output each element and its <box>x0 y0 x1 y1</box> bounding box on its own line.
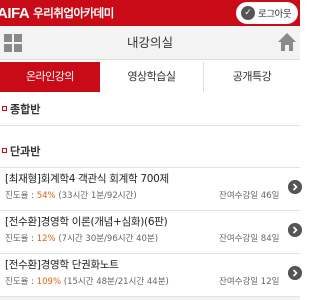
logout-label: 로그아웃 <box>258 9 291 20</box>
progress-percent: 54% <box>36 191 56 201</box>
tab-open-lecture[interactable]: 공개특강 <box>204 62 300 92</box>
progress-percent: 12% <box>36 234 56 244</box>
progress-detail: (7시간 30분/96시간 40분) <box>55 234 159 244</box>
remaining-days: 잔여수강일 12일 <box>219 277 280 287</box>
check-icon: ✓ <box>241 6 255 20</box>
brand-korean-text: 우리취업아카데미 <box>33 6 114 20</box>
remaining-days: 잔여수강일 46일 <box>219 191 280 201</box>
section-single-course[interactable]: 단과반 <box>0 134 300 168</box>
section-group-course[interactable]: 종합반 <box>0 92 300 126</box>
course-progress: 진도율 : 109% (15시간 48분/21시간 44분) <box>5 275 169 287</box>
course-item[interactable]: [최재형]회계학4 객관식 회계학 700제 진도율 : 54% (33시간 1… <box>0 168 302 211</box>
chevron-right-icon[interactable] <box>288 266 302 280</box>
top-header-bar: AIFA 우리취업아카데미 ✓ 로그아웃 <box>0 0 300 26</box>
chevron-right-icon[interactable] <box>288 223 302 237</box>
progress-percent: 109% <box>36 277 62 287</box>
course-item[interactable]: [전수환]경영학 이론(개념+심화)(6판) 진도율 : 12% (7시간 30… <box>0 211 302 254</box>
chevron-right-icon[interactable] <box>288 180 302 194</box>
progress-detail: (15시간 48분/21시간 44분) <box>61 277 169 287</box>
tab-video-study-room[interactable]: 영상학습실 <box>100 62 204 92</box>
bullet-square-icon <box>2 148 7 153</box>
progress-label: 진도율 : <box>5 191 37 201</box>
remaining-days: 잔여수강일 84일 <box>219 234 280 244</box>
course-progress: 진도율 : 12% (7시간 30분/96시간 40분) <box>5 232 158 244</box>
brand-latin-text: AIFA <box>0 4 30 22</box>
progress-detail: (33시간 1분/92시간) <box>55 191 137 201</box>
section-label: 종합반 <box>10 102 41 116</box>
page-title: 내강의실 <box>126 35 173 50</box>
course-title: [최재형]회계학4 객관식 회계학 700제 <box>5 173 169 185</box>
brand-logo[interactable]: AIFA 우리취업아카데미 <box>0 3 114 23</box>
course-item[interactable]: [전수환]경영학 단권화노트 진도율 : 109% (15시간 48분/21시간… <box>0 254 302 297</box>
section-label: 단과반 <box>10 144 41 158</box>
progress-label: 진도율 : <box>5 234 37 244</box>
course-progress: 진도율 : 54% (33시간 1분/92시간) <box>5 189 137 201</box>
logout-button[interactable]: ✓ 로그아웃 <box>236 2 298 24</box>
course-title: [전수환]경영학 단권화노트 <box>5 259 119 271</box>
progress-label: 진도율 : <box>5 277 37 287</box>
tab-online-lecture[interactable]: 온라인강의 <box>0 62 100 92</box>
bullet-square-icon <box>2 106 7 111</box>
course-title: [전수환]경영학 이론(개념+심화)(6판) <box>5 216 168 228</box>
course-tabs: 온라인강의 영상학습실 공개특강 <box>0 62 300 92</box>
home-icon[interactable] <box>276 31 298 53</box>
title-bar: 내강의실 <box>0 26 300 60</box>
